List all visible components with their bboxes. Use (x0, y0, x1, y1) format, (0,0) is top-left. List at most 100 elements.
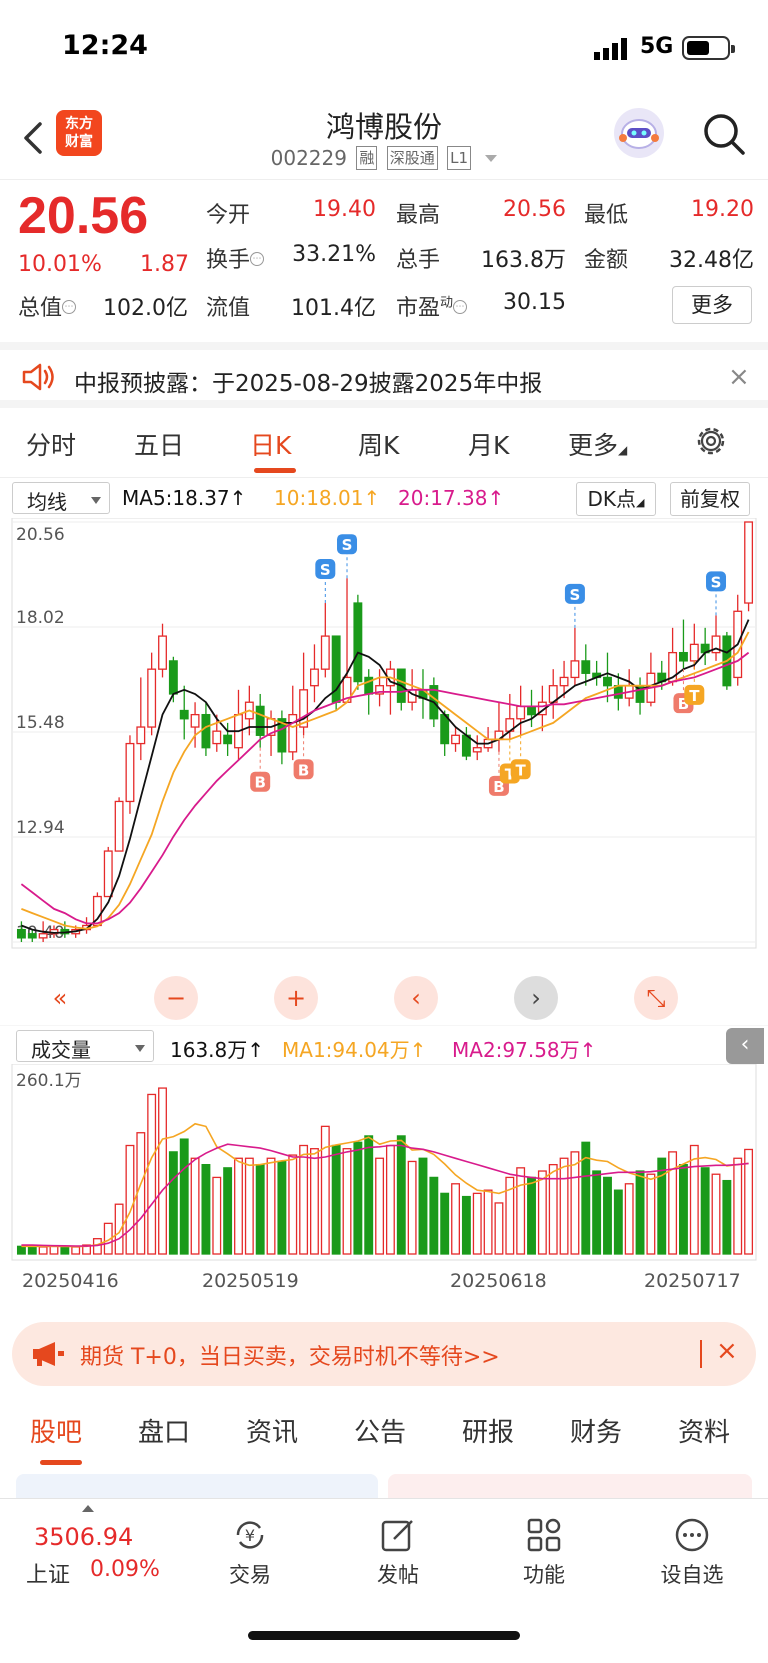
volume-bar (364, 1135, 374, 1255)
tab-news[interactable]: 资讯 (246, 1412, 298, 1449)
tab-forum[interactable]: 股吧 (30, 1412, 82, 1449)
stock-header: 东方 财富 鸿博股份 002229 融 深股通 L1 (0, 100, 768, 180)
volume-bar (711, 1173, 721, 1255)
nav-trade[interactable]: ¥ 交易 (200, 1515, 300, 1589)
notice-banner[interactable]: 中报预披露：于2025-08-29披露2025年中报 × (0, 342, 768, 408)
value-float-cap: 101.4亿 (291, 296, 376, 321)
value-market-cap: 102.0亿 (103, 296, 188, 321)
nav-label: 发帖 (377, 1563, 419, 1587)
candle-body (603, 676, 612, 687)
volume-bar (223, 1167, 233, 1255)
ad-divider (700, 1340, 702, 1368)
y-tick-label: 15.48 (16, 713, 65, 733)
tab-order-book[interactable]: 盘口 (138, 1412, 190, 1449)
date-label: 20250519 (202, 1270, 299, 1292)
volume-bar (255, 1163, 265, 1255)
kline-chart[interactable]: 20.5618.0215.4812.9410.40SSSSBBBT TB T« − + ‹… (0, 518, 768, 1026)
dk-point-button[interactable]: DK点◢ (576, 482, 656, 516)
candle-body (38, 933, 48, 939)
tab-monthly-k[interactable]: 月K (468, 426, 509, 462)
tab-announcements[interactable]: 公告 (354, 1412, 406, 1449)
signal-letter: B (298, 761, 309, 779)
volume-bar (310, 1148, 319, 1255)
nav-watchlist[interactable]: 设自选 (642, 1515, 742, 1589)
chevron-right-icon-glyph: › (531, 984, 541, 1012)
more-button[interactable]: 更多 (672, 286, 752, 324)
more-dots-icon (675, 1518, 709, 1552)
tab-underline (40, 1460, 82, 1465)
collapse-panel-button[interactable]: ‹ (726, 1028, 764, 1064)
change-amount: 1.87 (140, 252, 189, 277)
tab-weekly-k[interactable]: 周K (358, 426, 399, 462)
volume-bar (71, 1246, 81, 1255)
tab-five-day[interactable]: 五日 (134, 426, 184, 462)
fullscreen-icon[interactable]: ⤡ (634, 976, 678, 1020)
fullscreen-icon-glyph: ⤡ (646, 984, 665, 1012)
volume-bar (722, 1179, 732, 1255)
search-icon[interactable] (702, 112, 746, 156)
value-pe: 30.15 (503, 290, 566, 315)
chevron-up-icon[interactable] (82, 1505, 94, 1512)
volume-bar (375, 1157, 385, 1255)
futures-ad-banner[interactable]: 期货 T+0，当日买卖，交易时机不等待>> × (12, 1322, 756, 1386)
candle-body (190, 713, 200, 728)
value-low: 19.20 (691, 197, 754, 222)
close-icon[interactable]: × (716, 1336, 738, 1366)
candle-body (679, 651, 688, 662)
tab-more[interactable]: 更多◢ (568, 426, 627, 462)
candle-body (114, 800, 124, 852)
volume-bar (461, 1195, 471, 1255)
candle-body (168, 660, 178, 695)
chevron-left-icon[interactable]: ‹ (394, 976, 438, 1020)
indicator-dropdown[interactable]: 均线 (12, 482, 110, 514)
zoom-out-icon[interactable]: − (154, 976, 198, 1020)
volume-bar (624, 1183, 634, 1255)
volume-bar (353, 1141, 363, 1255)
volume-bar (342, 1148, 352, 1255)
tab-research[interactable]: 研报 (462, 1412, 514, 1449)
volume-bar (201, 1163, 211, 1255)
nav-post[interactable]: 发帖 (348, 1515, 448, 1589)
candle-body (570, 660, 580, 679)
nav-functions[interactable]: 功能 (494, 1515, 594, 1589)
chevron-left-icon-glyph: ‹ (411, 984, 421, 1012)
volume-bar (592, 1170, 602, 1255)
adjust-button[interactable]: 前复权 (670, 482, 750, 516)
candle-body (147, 668, 157, 728)
tag-margin: 融 (356, 146, 378, 170)
battery-icon (682, 36, 735, 60)
gear-icon[interactable] (694, 424, 728, 458)
signal-letter: B (254, 774, 265, 792)
signal-letter: S (342, 536, 353, 554)
chevron-right-icon[interactable]: › (514, 976, 558, 1020)
volume-max-label: 260.1万 (16, 1071, 82, 1091)
tab-intraday[interactable]: 分时 (26, 426, 76, 462)
rewind-icon[interactable]: « (38, 976, 82, 1020)
volume-bar (147, 1093, 157, 1255)
candle-body (136, 726, 146, 745)
tab-daily-k[interactable]: 日K (250, 426, 291, 462)
volume-bar (38, 1246, 48, 1255)
network-label: 5G (640, 34, 674, 59)
volume-chart[interactable]: 260.1万 (0, 1064, 768, 1264)
volume-bar (429, 1176, 439, 1255)
candle-body (201, 713, 211, 749)
zoom-in-icon[interactable]: + (274, 976, 318, 1020)
forum-card[interactable] (16, 1474, 378, 1498)
hot-card[interactable] (388, 1474, 752, 1498)
candle-body (559, 676, 569, 687)
index-value[interactable]: 3506.94 (34, 1523, 133, 1551)
notice-text: 中报预披露：于2025-08-29披露2025年中报 (74, 371, 543, 397)
candle-body (16, 928, 26, 939)
tab-profile[interactable]: 资料 (678, 1412, 730, 1449)
close-icon[interactable]: × (728, 362, 750, 392)
assistant-avatar[interactable] (614, 108, 664, 158)
volume-bar (537, 1170, 547, 1255)
label-turnover: 换手 ⋯ (206, 242, 265, 274)
chevron-down-icon[interactable] (485, 155, 498, 162)
signal-letter: S (711, 573, 722, 591)
volume-bar (689, 1144, 699, 1255)
volume-dropdown[interactable]: 成交量 (16, 1030, 154, 1062)
candle-body (451, 734, 460, 745)
tab-financials[interactable]: 财务 (570, 1412, 622, 1449)
